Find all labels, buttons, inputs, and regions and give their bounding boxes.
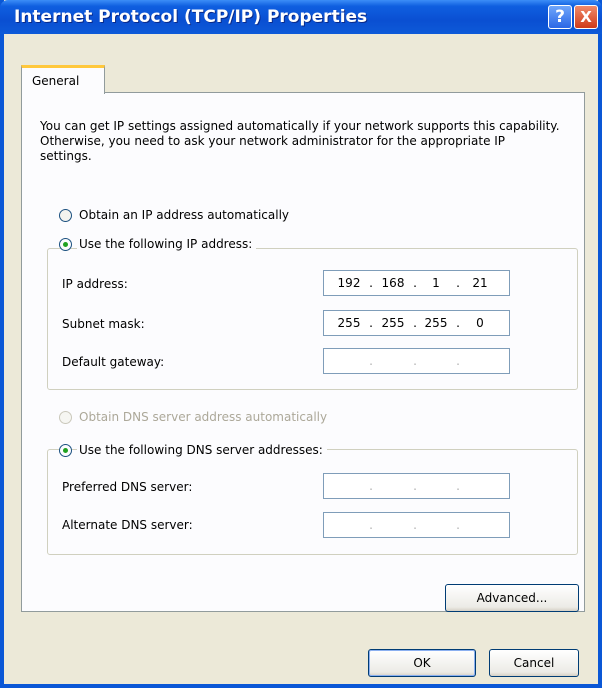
ip-dot: . bbox=[369, 518, 373, 532]
ip-octet: 255 bbox=[424, 316, 448, 330]
ok-button[interactable]: OK bbox=[368, 649, 476, 677]
ip-dot: . bbox=[369, 354, 373, 368]
dns-server-group bbox=[47, 449, 578, 555]
obtain-ip-auto-label[interactable]: Obtain an IP address automatically bbox=[79, 208, 289, 222]
ip-dot: . bbox=[369, 479, 373, 493]
ip-octet: 168 bbox=[381, 276, 405, 290]
ip-dot: . bbox=[369, 276, 373, 290]
ip-address-label: IP address: bbox=[62, 277, 128, 291]
use-following-ip-label[interactable]: Use the following IP address: bbox=[77, 237, 257, 251]
ip-octet: 21 bbox=[472, 276, 488, 290]
ip-dot: . bbox=[413, 276, 417, 290]
ip-octet: 0 bbox=[476, 316, 484, 330]
use-following-dns-label[interactable]: Use the following DNS server addresses: bbox=[77, 443, 327, 457]
ip-dot: . bbox=[369, 316, 373, 330]
ip-octet: 255 bbox=[381, 316, 405, 330]
tab-general[interactable]: General bbox=[21, 65, 105, 94]
ip-dot: . bbox=[413, 316, 417, 330]
ip-dot: . bbox=[413, 479, 417, 493]
window-title: Internet Protocol (TCP/IP) Properties bbox=[14, 7, 368, 27]
intro-text: You can get IP settings assigned automat… bbox=[40, 119, 560, 163]
ip-dot: . bbox=[456, 518, 460, 532]
ip-dot: . bbox=[456, 276, 460, 290]
alternate-dns-field[interactable]: . . . bbox=[323, 512, 510, 538]
ip-dot: . bbox=[413, 354, 417, 368]
ip-dot: . bbox=[413, 518, 417, 532]
ip-dot: . bbox=[456, 479, 460, 493]
alternate-dns-label: Alternate DNS server: bbox=[62, 518, 193, 532]
ip-dot: . bbox=[456, 354, 460, 368]
obtain-dns-auto-label: Obtain DNS server address automatically bbox=[79, 410, 328, 424]
subnet-mask-label: Subnet mask: bbox=[62, 317, 145, 331]
default-gateway-label: Default gateway: bbox=[62, 355, 165, 369]
preferred-dns-label: Preferred DNS server: bbox=[62, 480, 193, 494]
use-following-ip-radio[interactable] bbox=[59, 238, 72, 251]
title-bar[interactable]: Internet Protocol (TCP/IP) Properties ? … bbox=[0, 0, 602, 34]
subnet-mask-field[interactable]: 255 . 255 . 255 . 0 bbox=[323, 310, 510, 336]
ip-octet: 255 bbox=[337, 316, 361, 330]
ip-address-field[interactable]: 192 . 168 . 1 . 21 bbox=[323, 270, 510, 296]
ip-octet: 192 bbox=[337, 276, 361, 290]
advanced-button[interactable]: Advanced... bbox=[445, 584, 579, 612]
ip-octet: 1 bbox=[432, 276, 440, 290]
preferred-dns-field[interactable]: . . . bbox=[323, 473, 510, 499]
use-following-dns-radio[interactable] bbox=[59, 444, 72, 457]
default-gateway-field[interactable]: . . . bbox=[323, 348, 510, 374]
obtain-dns-auto-radio bbox=[59, 411, 72, 424]
obtain-ip-auto-radio[interactable] bbox=[59, 209, 72, 222]
cancel-button[interactable]: Cancel bbox=[489, 649, 579, 677]
close-icon[interactable]: X bbox=[574, 5, 598, 29]
help-icon[interactable]: ? bbox=[548, 5, 572, 29]
ip-dot: . bbox=[456, 316, 460, 330]
